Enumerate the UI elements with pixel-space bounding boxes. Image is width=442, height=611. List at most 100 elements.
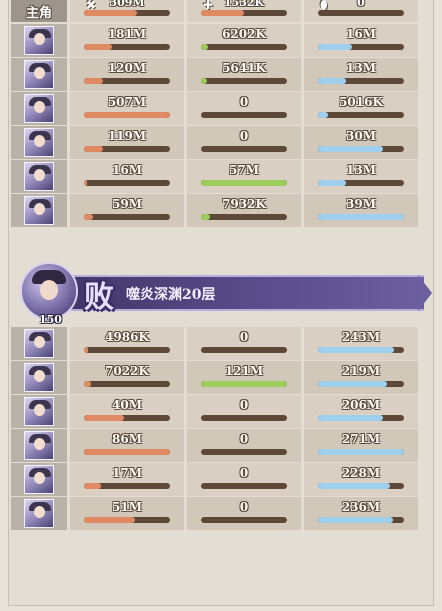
stat-row: 7022K 121M 219M — [11, 361, 431, 394]
tank-value: 206M — [341, 398, 381, 412]
hero-avatar[interactable] — [24, 397, 54, 426]
damage-bar — [84, 381, 170, 387]
avatar-cell — [11, 463, 67, 496]
damage-value: 17M — [112, 466, 142, 480]
tank-value: 39M — [346, 197, 376, 211]
damage-bar — [84, 78, 170, 84]
avatar-cell — [11, 327, 67, 360]
tank-bar — [318, 146, 404, 152]
damage-bar — [84, 347, 170, 353]
damage-cell: 120M — [70, 58, 184, 91]
heal-header: ✚ 1532K — [187, 0, 301, 22]
heal-cell: 0 — [187, 327, 301, 360]
heal-bar — [201, 415, 287, 421]
heal-cell: 7932K — [187, 194, 301, 227]
damage-bar — [84, 180, 170, 186]
tank-bar — [318, 483, 404, 489]
hero-avatar[interactable] — [24, 26, 54, 55]
heal-cell: 0 — [187, 126, 301, 159]
tank-value: 219M — [341, 364, 381, 378]
stat-row: 86M 0 271M — [11, 429, 431, 462]
hero-avatar[interactable] — [24, 363, 54, 392]
hero-avatar[interactable] — [24, 465, 54, 494]
heal-bar — [201, 10, 287, 16]
banner-arrow — [418, 275, 432, 311]
heal-cell: 0 — [187, 429, 301, 462]
tank-bar — [318, 517, 404, 523]
heal-bar — [201, 180, 287, 186]
hero-avatar[interactable] — [24, 128, 54, 157]
stat-row: 59M 7932K 39M — [11, 194, 431, 227]
boss-avatar[interactable] — [20, 262, 78, 320]
boss-level: 150 — [39, 313, 62, 326]
tank-value: 236M — [341, 500, 381, 514]
hero-avatar[interactable] — [24, 94, 54, 123]
damage-value: 4986K — [105, 330, 149, 344]
stat-row: 16M 57M 13M — [11, 160, 431, 193]
tank-bar — [318, 44, 404, 50]
damage-bar — [84, 44, 170, 50]
heal-total: 1532K — [223, 0, 265, 9]
tank-bar — [318, 10, 404, 16]
stat-row: 120M 5641K 13M — [11, 58, 431, 91]
heal-cell: 57M — [187, 160, 301, 193]
tank-cell: 271M — [304, 429, 418, 462]
heal-value: 0 — [239, 398, 249, 412]
tank-cell: 39M — [304, 194, 418, 227]
tank-bar — [318, 112, 404, 118]
damage-value: 119M — [107, 129, 147, 143]
tank-value: 13M — [346, 163, 376, 177]
stat-row: 51M 0 236M — [11, 497, 431, 530]
damage-bar — [84, 483, 170, 489]
damage-header: ✖ 309M — [70, 0, 184, 22]
heal-cell: 0 — [187, 497, 301, 530]
heal-bar — [201, 44, 287, 50]
heal-bar — [201, 517, 287, 523]
heal-bar — [201, 112, 287, 118]
stage-name: 噬炎深渊20层 — [126, 287, 216, 303]
tank-bar — [318, 415, 404, 421]
damage-bar — [84, 112, 170, 118]
tank-cell: 219M — [304, 361, 418, 394]
heal-bar — [201, 146, 287, 152]
avatar-cell — [11, 361, 67, 394]
heal-cell: 121M — [187, 361, 301, 394]
heal-cell: 0 — [187, 395, 301, 428]
tank-bar — [318, 381, 404, 387]
heal-value: 0 — [239, 129, 249, 143]
damage-value: 120M — [107, 61, 147, 75]
damage-total: 309M — [109, 0, 145, 9]
heal-value: 7932K — [222, 197, 266, 211]
damage-value: 51M — [112, 500, 142, 514]
stat-row: 507M 0 5016K — [11, 92, 431, 125]
hero-avatar[interactable] — [24, 196, 54, 225]
heal-value: 0 — [239, 330, 249, 344]
tank-value: 13M — [346, 61, 376, 75]
tank-cell: 5016K — [304, 92, 418, 125]
hero-avatar[interactable] — [24, 60, 54, 89]
hero-avatar[interactable] — [24, 162, 54, 191]
damage-cell: 16M — [70, 160, 184, 193]
tank-cell: 236M — [304, 497, 418, 530]
damage-bar — [84, 214, 170, 220]
tank-cell: 13M — [304, 58, 418, 91]
tank-bar — [318, 347, 404, 353]
hero-avatar[interactable] — [24, 499, 54, 528]
avatar-cell — [11, 497, 67, 530]
damage-cell: 7022K — [70, 361, 184, 394]
hero-avatar[interactable] — [24, 329, 54, 358]
stat-row: 181M 6202K 16M — [11, 24, 431, 57]
tank-cell: 228M — [304, 463, 418, 496]
avatar-cell — [11, 24, 67, 57]
heal-bar — [201, 347, 287, 353]
heal-bar — [201, 78, 287, 84]
stat-row: 17M 0 228M — [11, 463, 431, 496]
damage-cell: 40M — [70, 395, 184, 428]
tank-bar — [318, 449, 404, 455]
tank-cell: 13M — [304, 160, 418, 193]
hero-avatar[interactable] — [24, 431, 54, 460]
damage-value: 16M — [112, 163, 142, 177]
heal-value: 0 — [239, 500, 249, 514]
heal-bar — [201, 483, 287, 489]
tank-cell: 243M — [304, 327, 418, 360]
